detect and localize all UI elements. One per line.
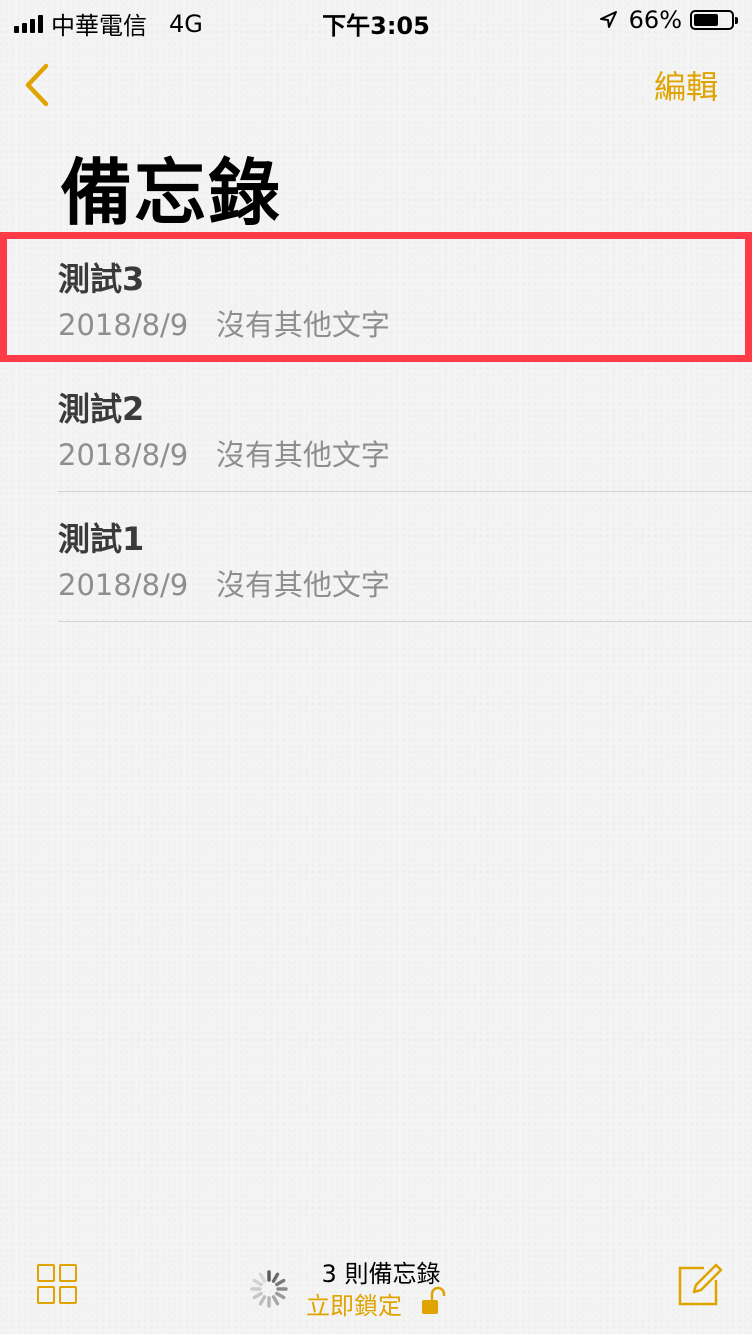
note-title: 測試2	[58, 390, 145, 428]
note-subtitle: 2018/8/9 沒有其他文字	[58, 302, 390, 344]
lock-now-button[interactable]: 立即鎖定	[306, 1286, 402, 1321]
note-preview: 沒有其他文字	[215, 568, 390, 602]
battery-percent: 66%	[628, 6, 682, 34]
notes-list: 測試3 2018/8/9 沒有其他文字 測試2 2018/8/9 沒有其他文字 …	[0, 232, 752, 622]
status-bar: 中華電信 4G 下午3:05 66%	[0, 0, 752, 40]
battery-icon	[690, 10, 738, 30]
page-title: 備忘錄	[60, 151, 283, 235]
note-title: 測試3	[58, 260, 145, 298]
edit-button[interactable]: 編輯	[654, 62, 718, 108]
back-chevron-icon[interactable]	[20, 60, 60, 110]
status-right: 66%	[597, 6, 738, 34]
note-title: 測試1	[58, 520, 145, 558]
note-row[interactable]: 測試3 2018/8/9 沒有其他文字	[0, 232, 752, 362]
compose-icon[interactable]	[676, 1260, 724, 1308]
note-date: 2018/8/9	[58, 568, 189, 602]
note-preview: 沒有其他文字	[215, 438, 390, 472]
note-row[interactable]: 測試1 2018/8/9 沒有其他文字	[0, 492, 752, 622]
note-date: 2018/8/9	[58, 438, 189, 472]
battery-fill	[694, 14, 718, 26]
note-date: 2018/8/9	[58, 308, 189, 342]
unlocked-padlock-icon[interactable]	[420, 1286, 448, 1316]
bottom-toolbar: 3 則備忘錄 立即鎖定	[0, 1246, 752, 1334]
row-divider	[58, 621, 752, 622]
note-preview: 沒有其他文字	[215, 308, 390, 342]
note-subtitle: 2018/8/9 沒有其他文字	[58, 432, 390, 474]
location-arrow-icon	[599, 11, 617, 28]
note-subtitle: 2018/8/9 沒有其他文字	[58, 562, 390, 604]
note-row[interactable]: 測試2 2018/8/9 沒有其他文字	[0, 362, 752, 492]
note-count: 3 則備忘錄	[321, 1260, 441, 1288]
